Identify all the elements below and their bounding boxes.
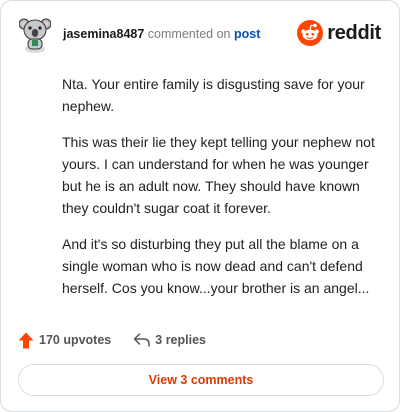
commented-on-label: commented on — [147, 27, 231, 41]
upvote-button[interactable]: 170 upvotes — [18, 332, 111, 349]
upvote-arrow-icon — [18, 332, 34, 348]
koala-avatar-icon — [18, 18, 52, 53]
reply-count: 3 replies — [155, 333, 206, 347]
user-avatar[interactable] — [18, 15, 52, 53]
username-link[interactable]: jasemina8487 — [63, 27, 144, 41]
comment-paragraph: Nta. Your entire family is disgusting sa… — [62, 76, 365, 114]
reddit-logo-icon — [297, 20, 324, 46]
comment-body: Nta. Your entire family is disgusting sa… — [62, 73, 382, 313]
reply-button[interactable]: 3 replies — [133, 333, 206, 347]
reddit-wordmark: reddit — [327, 21, 381, 44]
comment-paragraph: This was their lie they kept telling you… — [62, 134, 375, 216]
comment-paragraph: And it's so disturbing they put all the … — [62, 236, 370, 296]
reddit-brand[interactable]: reddit — [297, 20, 381, 46]
comment-header: jasemina8487 commented on post reddit — [18, 15, 383, 53]
view-comments-button[interactable]: View 3 comments — [18, 364, 384, 396]
comment-meta: jasemina8487 commented on post — [63, 27, 260, 41]
reply-arrow-icon — [134, 333, 151, 347]
comment-card: jasemina8487 commented on post reddit Nt… — [0, 0, 400, 412]
post-link[interactable]: post — [234, 27, 260, 41]
comment-footer: 170 upvotes 3 replies — [18, 330, 206, 350]
upvote-count: 170 upvotes — [39, 333, 112, 347]
